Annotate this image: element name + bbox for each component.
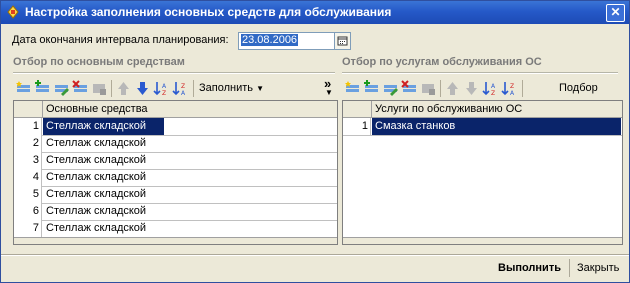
- services-table[interactable]: Услуги по обслуживанию ОС 1 Смазка станк…: [342, 100, 623, 245]
- delete-row-icon[interactable]: [72, 80, 89, 97]
- copy-row-icon[interactable]: [363, 80, 380, 97]
- service-cell[interactable]: Смазка станков: [372, 118, 621, 135]
- toolbar-separator: [193, 80, 194, 97]
- move-up-icon: [447, 82, 458, 95]
- row-number: 3: [14, 152, 42, 169]
- table-row[interactable]: 2 Стеллаж складской: [14, 135, 337, 153]
- asset-cell[interactable]: Стеллаж складской: [43, 152, 146, 169]
- sort-descending-icon[interactable]: ZA: [172, 80, 189, 97]
- calendar-icon: [337, 36, 348, 46]
- add-row-icon[interactable]: [344, 80, 361, 97]
- asset-cell[interactable]: Стеллаж складской: [43, 169, 146, 186]
- left-toolbar: AZ ZA Заполнить ▼ » ▼: [13, 76, 338, 100]
- toolbar-separator: [111, 80, 112, 97]
- right-group-divider: [342, 72, 618, 74]
- window-title: Настройка заполнения основных средств дл…: [25, 5, 392, 19]
- copy-row-icon[interactable]: [34, 80, 51, 97]
- date-label: Дата окончания интервала планирования:: [12, 34, 229, 46]
- left-group-title: Отбор по основным средствам: [13, 56, 185, 68]
- row-number: 2: [14, 135, 42, 152]
- table-row[interactable]: 5 Стеллаж складской: [14, 186, 337, 204]
- table-row[interactable]: 4 Стеллаж складской: [14, 169, 337, 187]
- row-number: 6: [14, 203, 42, 220]
- move-down-icon: [466, 82, 477, 95]
- svg-text:A: A: [510, 90, 515, 97]
- fill-menu-label: Заполнить: [199, 82, 254, 94]
- asset-cell[interactable]: Стеллаж складской: [43, 135, 146, 152]
- move-down-icon[interactable]: [134, 80, 151, 97]
- edit-row-icon[interactable]: [382, 80, 399, 97]
- execute-button[interactable]: Выполнить: [498, 259, 561, 277]
- end-edit-icon: [422, 84, 435, 95]
- calendar-button[interactable]: [334, 32, 351, 50]
- row-number: 1: [343, 118, 371, 135]
- button-separator: [569, 259, 570, 277]
- table-row[interactable]: 6 Стеллаж складской: [14, 203, 337, 221]
- table-row[interactable]: 1 Стеллаж складской: [14, 118, 337, 136]
- svg-text:A: A: [181, 90, 186, 97]
- asset-cell[interactable]: Стеллаж складской: [43, 220, 146, 237]
- date-value: 23.08.2006: [241, 34, 299, 46]
- bottom-divider: [1, 254, 629, 256]
- row-number: 1: [14, 118, 42, 135]
- fill-menu-button[interactable]: Заполнить ▼: [199, 82, 264, 94]
- svg-text:A: A: [162, 83, 167, 90]
- sort-descending-icon[interactable]: ZA: [501, 80, 518, 97]
- toolbar-separator: [522, 80, 523, 97]
- dialog-window: Настройка заполнения основных средств дл…: [0, 0, 630, 283]
- column-header-assets: Основные средства: [46, 103, 148, 115]
- column-header-services: Услуги по обслуживанию ОС: [375, 103, 523, 115]
- row-number-header: [14, 101, 43, 117]
- row-number-header: [343, 101, 372, 117]
- table-footer: [14, 237, 337, 244]
- close-window-button[interactable]: ✕: [606, 4, 625, 22]
- row-number: 4: [14, 169, 42, 186]
- asset-cell[interactable]: Стеллаж складской: [43, 203, 146, 220]
- end-edit-icon: [93, 84, 106, 95]
- add-row-icon[interactable]: [15, 80, 32, 97]
- row-number: 7: [14, 220, 42, 237]
- asset-cell[interactable]: Стеллаж складской: [43, 186, 146, 203]
- svg-text:Z: Z: [181, 83, 185, 90]
- assets-table[interactable]: Основные средства 1 Стеллаж складской 2 …: [13, 100, 338, 245]
- svg-text:Z: Z: [162, 90, 166, 97]
- toolbar-more-chevron-icon[interactable]: ▼: [325, 88, 333, 97]
- svg-text:Z: Z: [510, 83, 514, 90]
- toolbar-separator: [440, 80, 441, 97]
- chevron-down-icon: ▼: [256, 84, 264, 93]
- row-number: 5: [14, 186, 42, 203]
- svg-text:A: A: [491, 83, 496, 90]
- title-bar[interactable]: Настройка заполнения основных средств дл…: [1, 1, 629, 24]
- table-header: Услуги по обслуживанию ОС: [343, 101, 622, 118]
- table-row[interactable]: 1 Смазка станков: [343, 118, 622, 136]
- edit-row-icon[interactable]: [53, 80, 70, 97]
- move-up-icon: [118, 82, 129, 95]
- table-row[interactable]: 7 Стеллаж складской: [14, 220, 337, 238]
- pick-button[interactable]: Подбор: [559, 82, 598, 94]
- table-row[interactable]: 3 Стеллаж складской: [14, 152, 337, 170]
- right-toolbar: AZ ZA Подбор: [342, 78, 622, 100]
- left-group-divider: [13, 72, 335, 74]
- right-group-title: Отбор по услугам обслуживания ОС: [342, 56, 542, 68]
- table-header: Основные средства: [14, 101, 337, 118]
- table-footer: [343, 237, 622, 244]
- asset-cell[interactable]: Стеллаж складской: [43, 118, 164, 135]
- svg-text:Z: Z: [491, 90, 495, 97]
- app-icon: [7, 5, 19, 19]
- delete-row-icon[interactable]: [401, 80, 418, 97]
- close-button[interactable]: Закрыть: [577, 259, 619, 277]
- sort-ascending-icon[interactable]: AZ: [482, 80, 499, 97]
- date-input[interactable]: 23.08.2006: [238, 32, 336, 50]
- sort-ascending-icon[interactable]: AZ: [153, 80, 170, 97]
